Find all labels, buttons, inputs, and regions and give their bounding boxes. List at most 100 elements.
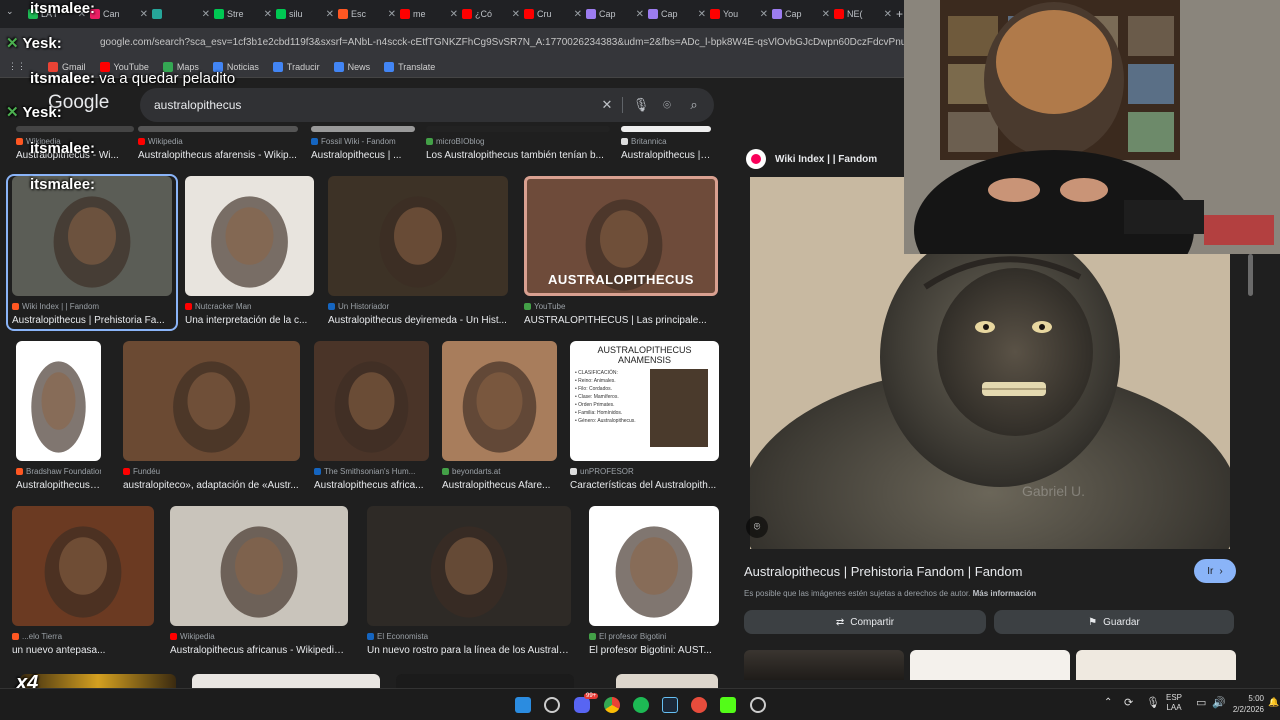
tab-close-icon[interactable]: ✕: [202, 9, 210, 20]
image-result[interactable]: Un Historiador Australopithecus deyiremed…: [328, 176, 508, 329]
lens-search-icon[interactable]: ⌾: [746, 516, 768, 538]
image-thumbnail[interactable]: [367, 506, 571, 626]
image-result[interactable]: Fossil Wiki - Fandom Australopithecus | .…: [311, 126, 415, 164]
related-image[interactable]: [744, 650, 904, 680]
result-title[interactable]: Australopithecus africanus - Wikipedia,.…: [170, 645, 348, 656]
bookmark-item[interactable]: Traducir: [272, 61, 320, 72]
tab-search-icon[interactable]: ⌄: [6, 6, 20, 20]
image-thumbnail[interactable]: [328, 176, 508, 296]
result-source[interactable]: unPROFESOR: [570, 467, 719, 476]
result-source[interactable]: Fossil Wiki - Fandom: [311, 137, 415, 146]
image-thumbnail[interactable]: [20, 674, 176, 688]
image-result[interactable]: AUSTRALOPITHECUS YouTube AUSTRALOPITHECUS …: [524, 176, 718, 329]
result-source[interactable]: Wikipedia: [170, 632, 348, 641]
kick-icon[interactable]: [720, 697, 736, 713]
browser-tab[interactable]: Cap ✕: [772, 3, 830, 25]
result-title[interactable]: El profesor Bigotini: AUST...: [589, 645, 719, 656]
tab-close-icon[interactable]: ✕: [636, 9, 644, 20]
result-source[interactable]: Un Historiador: [328, 302, 508, 311]
image-thumbnail[interactable]: [185, 176, 314, 296]
tab-close-icon[interactable]: ✕: [884, 9, 892, 20]
result-title[interactable]: Un nuevo rostro para la línea de los Aus…: [367, 645, 571, 656]
image-result[interactable]: AUSTRALOPITHECUS ANAMENSIS • CLASIFICACIÓ…: [570, 341, 719, 494]
image-result[interactable]: El profesor Bigotini El profesor Bigotini…: [589, 506, 719, 659]
result-source[interactable]: ...elo Tierra: [12, 632, 154, 641]
result-title[interactable]: un nuevo antepasa...: [12, 645, 154, 656]
image-result[interactable]: Wikipedia Australopithecus africanus - Wi…: [170, 506, 348, 659]
tab-close-icon[interactable]: ✕: [822, 9, 830, 20]
result-title[interactable]: Australopithecus africa...: [314, 480, 429, 491]
image-result[interactable]: Fundéu australopiteco», adaptación de «Au…: [123, 341, 300, 494]
result-title[interactable]: australopiteco», adaptación de «Austr...: [123, 480, 300, 491]
image-thumbnail[interactable]: [311, 126, 415, 132]
apps-icon[interactable]: ⋮⋮: [8, 61, 26, 72]
browser-tab[interactable]: Cap ✕: [586, 3, 644, 25]
tab-close-icon[interactable]: ✕: [760, 9, 768, 20]
browser-tab[interactable]: You ✕: [710, 3, 768, 25]
tab-close-icon[interactable]: ✕: [140, 9, 148, 20]
network-icon[interactable]: ▭: [1196, 696, 1206, 709]
lens-icon[interactable]: ⌾: [658, 96, 676, 114]
browser-tab[interactable]: Stre ✕: [214, 3, 272, 25]
save-button[interactable]: ⚑ Guardar: [994, 610, 1234, 634]
result-title[interactable]: Australopithecus | ...: [311, 150, 415, 161]
tab-close-icon[interactable]: ✕: [264, 9, 272, 20]
sync-icon[interactable]: ⟳: [1124, 696, 1133, 709]
microphone-icon[interactable]: 🎙: [632, 96, 650, 114]
image-result[interactable]: Bradshaw Foundation Australopithecus af..…: [16, 341, 101, 494]
browser-tab[interactable]: Cap ✕: [648, 3, 706, 25]
go-button[interactable]: Ir ›: [1194, 559, 1236, 583]
image-result[interactable]: El Economista Un nuevo rostro para la lín…: [367, 506, 571, 659]
bookmark-item[interactable]: Translate: [384, 61, 435, 72]
share-button[interactable]: ⇄ Compartir: [744, 610, 986, 634]
search-input[interactable]: australopithecus: [154, 98, 241, 112]
media-player-icon[interactable]: [750, 697, 766, 713]
tab-close-icon[interactable]: ✕: [388, 9, 396, 20]
result-title[interactable]: Australopithecus Afare...: [442, 480, 557, 491]
browser-tab[interactable]: me ✕: [400, 3, 458, 25]
browser-tab[interactable]: Cru ✕: [524, 3, 582, 25]
result-title[interactable]: Los Australopithecus también tenían b...: [426, 150, 610, 161]
clock[interactable]: 5:00 2/2/2026: [1230, 693, 1264, 715]
result-source[interactable]: Fundéu: [123, 467, 300, 476]
image-thumbnail[interactable]: AUSTRALOPITHECUS: [524, 176, 718, 296]
image-result[interactable]: microBIOblog Los Australopithecus también…: [426, 126, 610, 164]
result-source[interactable]: Wiki Index | | Fandom: [12, 302, 172, 311]
result-source[interactable]: Bradshaw Foundation: [16, 467, 101, 476]
result-title[interactable]: AUSTRALOPITHECUS | Las principale...: [524, 315, 718, 326]
language-indicator[interactable]: ESP LAA: [1166, 693, 1182, 713]
image-thumbnail[interactable]: [426, 126, 610, 132]
panel-title[interactable]: Australopithecus | Prehistoria Fandom | …: [744, 564, 1022, 579]
clear-icon[interactable]: ✕: [598, 96, 616, 114]
browser-tab[interactable]: silu ✕: [276, 3, 334, 25]
search-icon[interactable]: ⌕: [685, 96, 703, 114]
image-thumbnail[interactable]: [170, 506, 348, 626]
panel-scrollbar[interactable]: [1248, 254, 1253, 296]
browser-icon[interactable]: [691, 697, 707, 713]
image-thumbnail[interactable]: AUSTRALOPITHECUS ANAMENSIS • CLASIFICACIÓ…: [570, 341, 719, 461]
image-result[interactable]: The Smithsonian's Hum... Australopithecus…: [314, 341, 429, 494]
image-result[interactable]: Nutcracker Man Una interpretación de la c…: [185, 176, 314, 329]
image-result[interactable]: Wikipedia Australopithecus afarensis - Wi…: [138, 126, 298, 164]
steam-icon[interactable]: [662, 697, 678, 713]
image-result[interactable]: beyondarts.at Australopithecus Afare...: [442, 341, 557, 494]
microphone-tray-icon[interactable]: 🎙: [1146, 696, 1160, 709]
address-text[interactable]: google.com/search?sca_esv=1cf3b1e2cbd119…: [100, 37, 979, 48]
tab-close-icon[interactable]: ✕: [512, 9, 520, 20]
tray-chevron-icon[interactable]: ⌃: [1104, 697, 1112, 708]
result-source[interactable]: YouTube: [524, 302, 718, 311]
image-thumbnail[interactable]: [123, 341, 300, 461]
related-image[interactable]: [1076, 650, 1236, 680]
image-result[interactable]: Wiki Index | | Fandom Australopithecus | …: [6, 174, 178, 331]
image-thumbnail[interactable]: [12, 176, 172, 296]
browser-tab[interactable]: ¿Có ✕: [462, 3, 520, 25]
image-result[interactable]: Britannica Australopithecus | C...: [621, 126, 711, 164]
chrome-icon[interactable]: [604, 697, 620, 713]
app-icon[interactable]: [544, 697, 560, 713]
discord-icon[interactable]: [574, 697, 590, 713]
tab-close-icon[interactable]: ✕: [326, 9, 334, 20]
result-source[interactable]: The Smithsonian's Hum...: [314, 467, 429, 476]
image-thumbnail[interactable]: [12, 506, 154, 626]
image-thumbnail[interactable]: [138, 126, 298, 132]
related-image[interactable]: [910, 650, 1070, 680]
